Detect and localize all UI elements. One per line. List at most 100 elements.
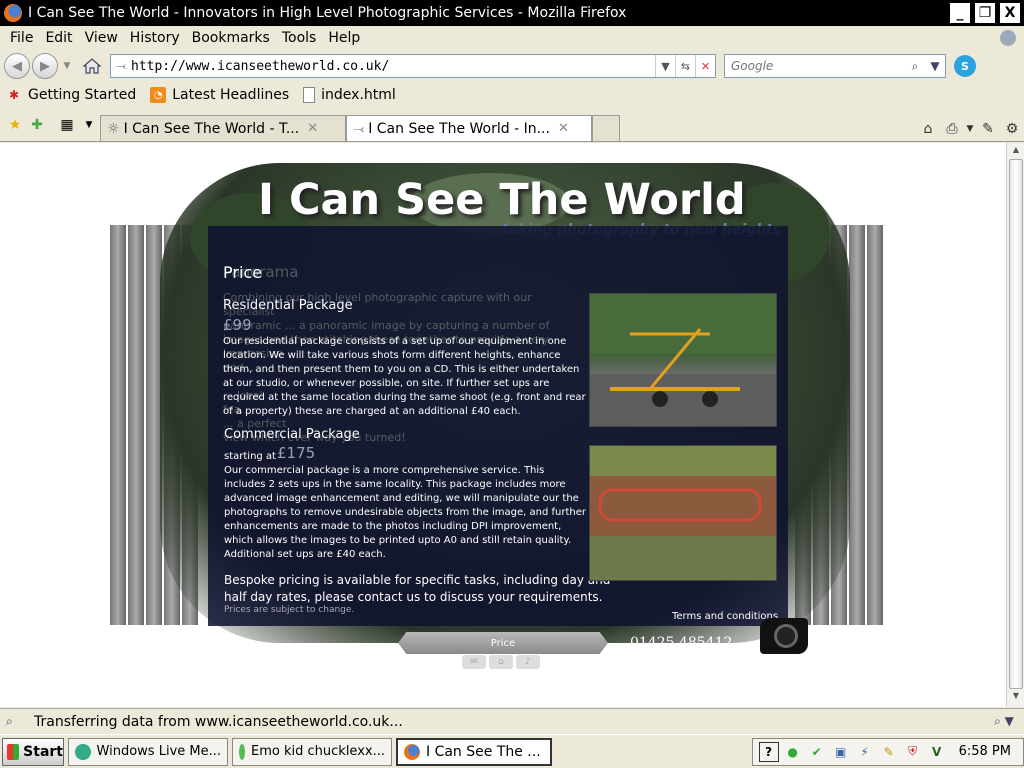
search-icon[interactable]: ⌕ <box>905 59 925 74</box>
messenger-icon <box>75 743 91 760</box>
site-favicon-icon: ⤙ <box>353 120 365 137</box>
trailer-equipment-photo <box>589 293 777 427</box>
search-engine-dropdown-icon[interactable]: ▼ <box>925 59 945 73</box>
menu-tools[interactable]: Tools <box>276 30 323 46</box>
tab-bar-tools: ⌂ ⎙ ▼ ✎ ⚙ <box>916 121 1024 137</box>
bookmark-index-html[interactable]: index.html <box>303 87 396 103</box>
start-button[interactable]: Start <box>2 737 64 766</box>
scrollbar-thumb[interactable] <box>1009 159 1023 689</box>
bookmark-getting-started[interactable]: ✱ Getting Started <box>6 87 136 103</box>
home-small-icon[interactable]: ⌂ <box>916 121 940 137</box>
page-icon <box>303 87 316 103</box>
windows-logo-icon <box>7 743 20 760</box>
menu-file[interactable]: File <box>4 30 39 46</box>
menu-view[interactable]: View <box>79 30 124 46</box>
commercial-starting: starting at <box>224 451 276 462</box>
task-windows-live-messenger[interactable]: Windows Live Me... <box>68 737 228 766</box>
window-title: I Can See The World - Innovators in High… <box>28 5 627 21</box>
bookmarks-toolbar: ✱ Getting Started ◔ Latest Headlines ind… <box>0 82 1024 108</box>
site-title: I Can See The World <box>258 175 746 225</box>
mail-icon[interactable]: ✉ <box>462 655 486 669</box>
new-tab-button[interactable] <box>592 115 620 141</box>
menu-history[interactable]: History <box>124 30 186 46</box>
window-titlebar: I Can See The World - Innovators in High… <box>0 0 1024 26</box>
clock: 6:58 PM <box>958 744 1011 759</box>
tab-list-dropdown-icon[interactable]: ▼ <box>78 113 100 137</box>
reload-button[interactable]: ⇆ <box>675 55 695 77</box>
url-text[interactable]: http://www.icanseetheworld.co.uk/ <box>131 59 655 74</box>
scroll-up-icon[interactable]: ▲ <box>1007 145 1024 159</box>
network-icon[interactable]: ▣ <box>831 742 851 762</box>
close-button[interactable]: X <box>999 2 1021 24</box>
history-dropdown-icon[interactable]: ▼ <box>60 61 74 71</box>
add-bookmark-icon[interactable]: ✚ <box>26 113 48 137</box>
help-icon[interactable]: ? <box>758 741 779 762</box>
menu-bookmarks[interactable]: Bookmarks <box>186 30 276 46</box>
messenger-tray-icon[interactable]: ● <box>783 742 803 762</box>
tab-close-icon[interactable]: ✕ <box>307 121 318 136</box>
zoom-icon[interactable]: ⌕ ▼ <box>984 714 1024 729</box>
commercial-price: £175 <box>277 444 316 462</box>
search-input[interactable] <box>731 59 905 73</box>
nav-tab-price[interactable]: Price <box>398 632 608 654</box>
skype-icon[interactable]: S <box>954 55 976 77</box>
url-bar[interactable]: ⤙ http://www.icanseetheworld.co.uk/ ▼ ⇆ … <box>110 54 716 78</box>
tab-2[interactable]: ⤙ I Can See The World - In... ✕ <box>346 115 592 141</box>
task-emo-kid-chat[interactable]: Emo kid chucklexx... <box>232 737 392 766</box>
home-button[interactable] <box>80 54 104 78</box>
print-icon[interactable]: ⎙ <box>940 121 964 137</box>
bookmark-star-icon[interactable]: ★ <box>4 113 26 137</box>
print-dropdown-icon[interactable]: ▼ <box>964 124 976 134</box>
page-viewport: I Can See The World ...taking photograph… <box>0 143 1006 707</box>
residential-title: Residential Package <box>223 298 353 313</box>
residential-price: £99 <box>223 316 252 334</box>
search-bar[interactable]: ⌕ ▼ <box>724 54 946 78</box>
camera-icon <box>760 618 808 654</box>
security-check-icon[interactable]: ✔ <box>807 742 827 762</box>
menu-help[interactable]: Help <box>322 30 366 46</box>
page-tools-icon[interactable]: ✎ <box>976 121 1000 137</box>
shield-icon[interactable]: ⛨ <box>903 742 923 762</box>
tab-overview-icon[interactable]: ▦ <box>56 113 78 137</box>
menu-bar: File Edit View History Bookmarks Tools H… <box>0 26 1024 50</box>
url-dropdown-icon[interactable]: ▼ <box>655 55 675 77</box>
navigation-toolbar: ◀ ▶ ▼ ⤙ http://www.icanseetheworld.co.uk… <box>0 50 1024 82</box>
bespoke-pricing-text: Bespoke pricing is available for specifi… <box>224 573 611 604</box>
tab-close-icon[interactable]: ✕ <box>558 121 569 136</box>
messenger-chat-icon <box>239 743 246 760</box>
home-icon <box>82 58 102 74</box>
price-heading: Price <box>223 263 263 282</box>
site-favicon-icon: ⤙ <box>116 58 126 73</box>
getting-started-icon: ✱ <box>8 88 20 102</box>
maximize-button[interactable]: ❐ <box>974 2 996 24</box>
commercial-body: Our commercial package is a more compreh… <box>224 465 586 560</box>
firefox-icon <box>4 4 22 22</box>
tab-1[interactable]: ☼ I Can See The World - T... ✕ <box>100 115 346 141</box>
music-icon[interactable]: ♪ <box>516 655 540 669</box>
residential-body: Our residential package consists of a se… <box>223 336 586 417</box>
status-bar: ⌕ Transferring data from www.icanseethew… <box>0 708 1024 734</box>
firefox-icon <box>404 743 420 760</box>
back-button[interactable]: ◀ <box>4 53 30 79</box>
bookmark-latest-headlines[interactable]: ◔ Latest Headlines <box>150 87 289 103</box>
menu-edit[interactable]: Edit <box>39 30 78 46</box>
windows-taskbar: Start Windows Live Me... Emo kid chuckle… <box>0 734 1024 768</box>
vertical-scrollbar[interactable]: ▲ ▼ <box>1006 143 1024 707</box>
status-search-icon[interactable]: ⌕ <box>6 714 26 729</box>
network-activity-icon[interactable]: ⚡ <box>855 742 875 762</box>
scroll-down-icon[interactable]: ▼ <box>1007 691 1024 705</box>
system-tray: ? ● ✔ ▣ ⚡ ✎ ⛨ V 6:58 PM <box>751 737 1024 766</box>
stop-button[interactable]: ✕ <box>695 55 715 77</box>
tab-bar: ★ ✚ ▦ ▼ ☼ I Can See The World - T... ✕ ⤙… <box>0 108 1024 142</box>
tools-icon[interactable]: ✎ <box>879 742 899 762</box>
antivirus-icon[interactable]: V <box>927 742 947 762</box>
settings-gear-icon[interactable]: ⚙ <box>1000 121 1024 137</box>
home-icon[interactable]: ⌂ <box>489 655 513 669</box>
rss-icon: ◔ <box>150 87 167 103</box>
minimize-button[interactable]: _ <box>949 2 971 24</box>
task-firefox[interactable]: I Can See The ... <box>396 737 552 766</box>
prices-subject-to-change: Prices are subject to change. <box>224 605 355 615</box>
forward-button[interactable]: ▶ <box>32 53 58 79</box>
commercial-title: Commercial Package <box>224 427 360 442</box>
aerial-garden-photo <box>589 445 777 581</box>
